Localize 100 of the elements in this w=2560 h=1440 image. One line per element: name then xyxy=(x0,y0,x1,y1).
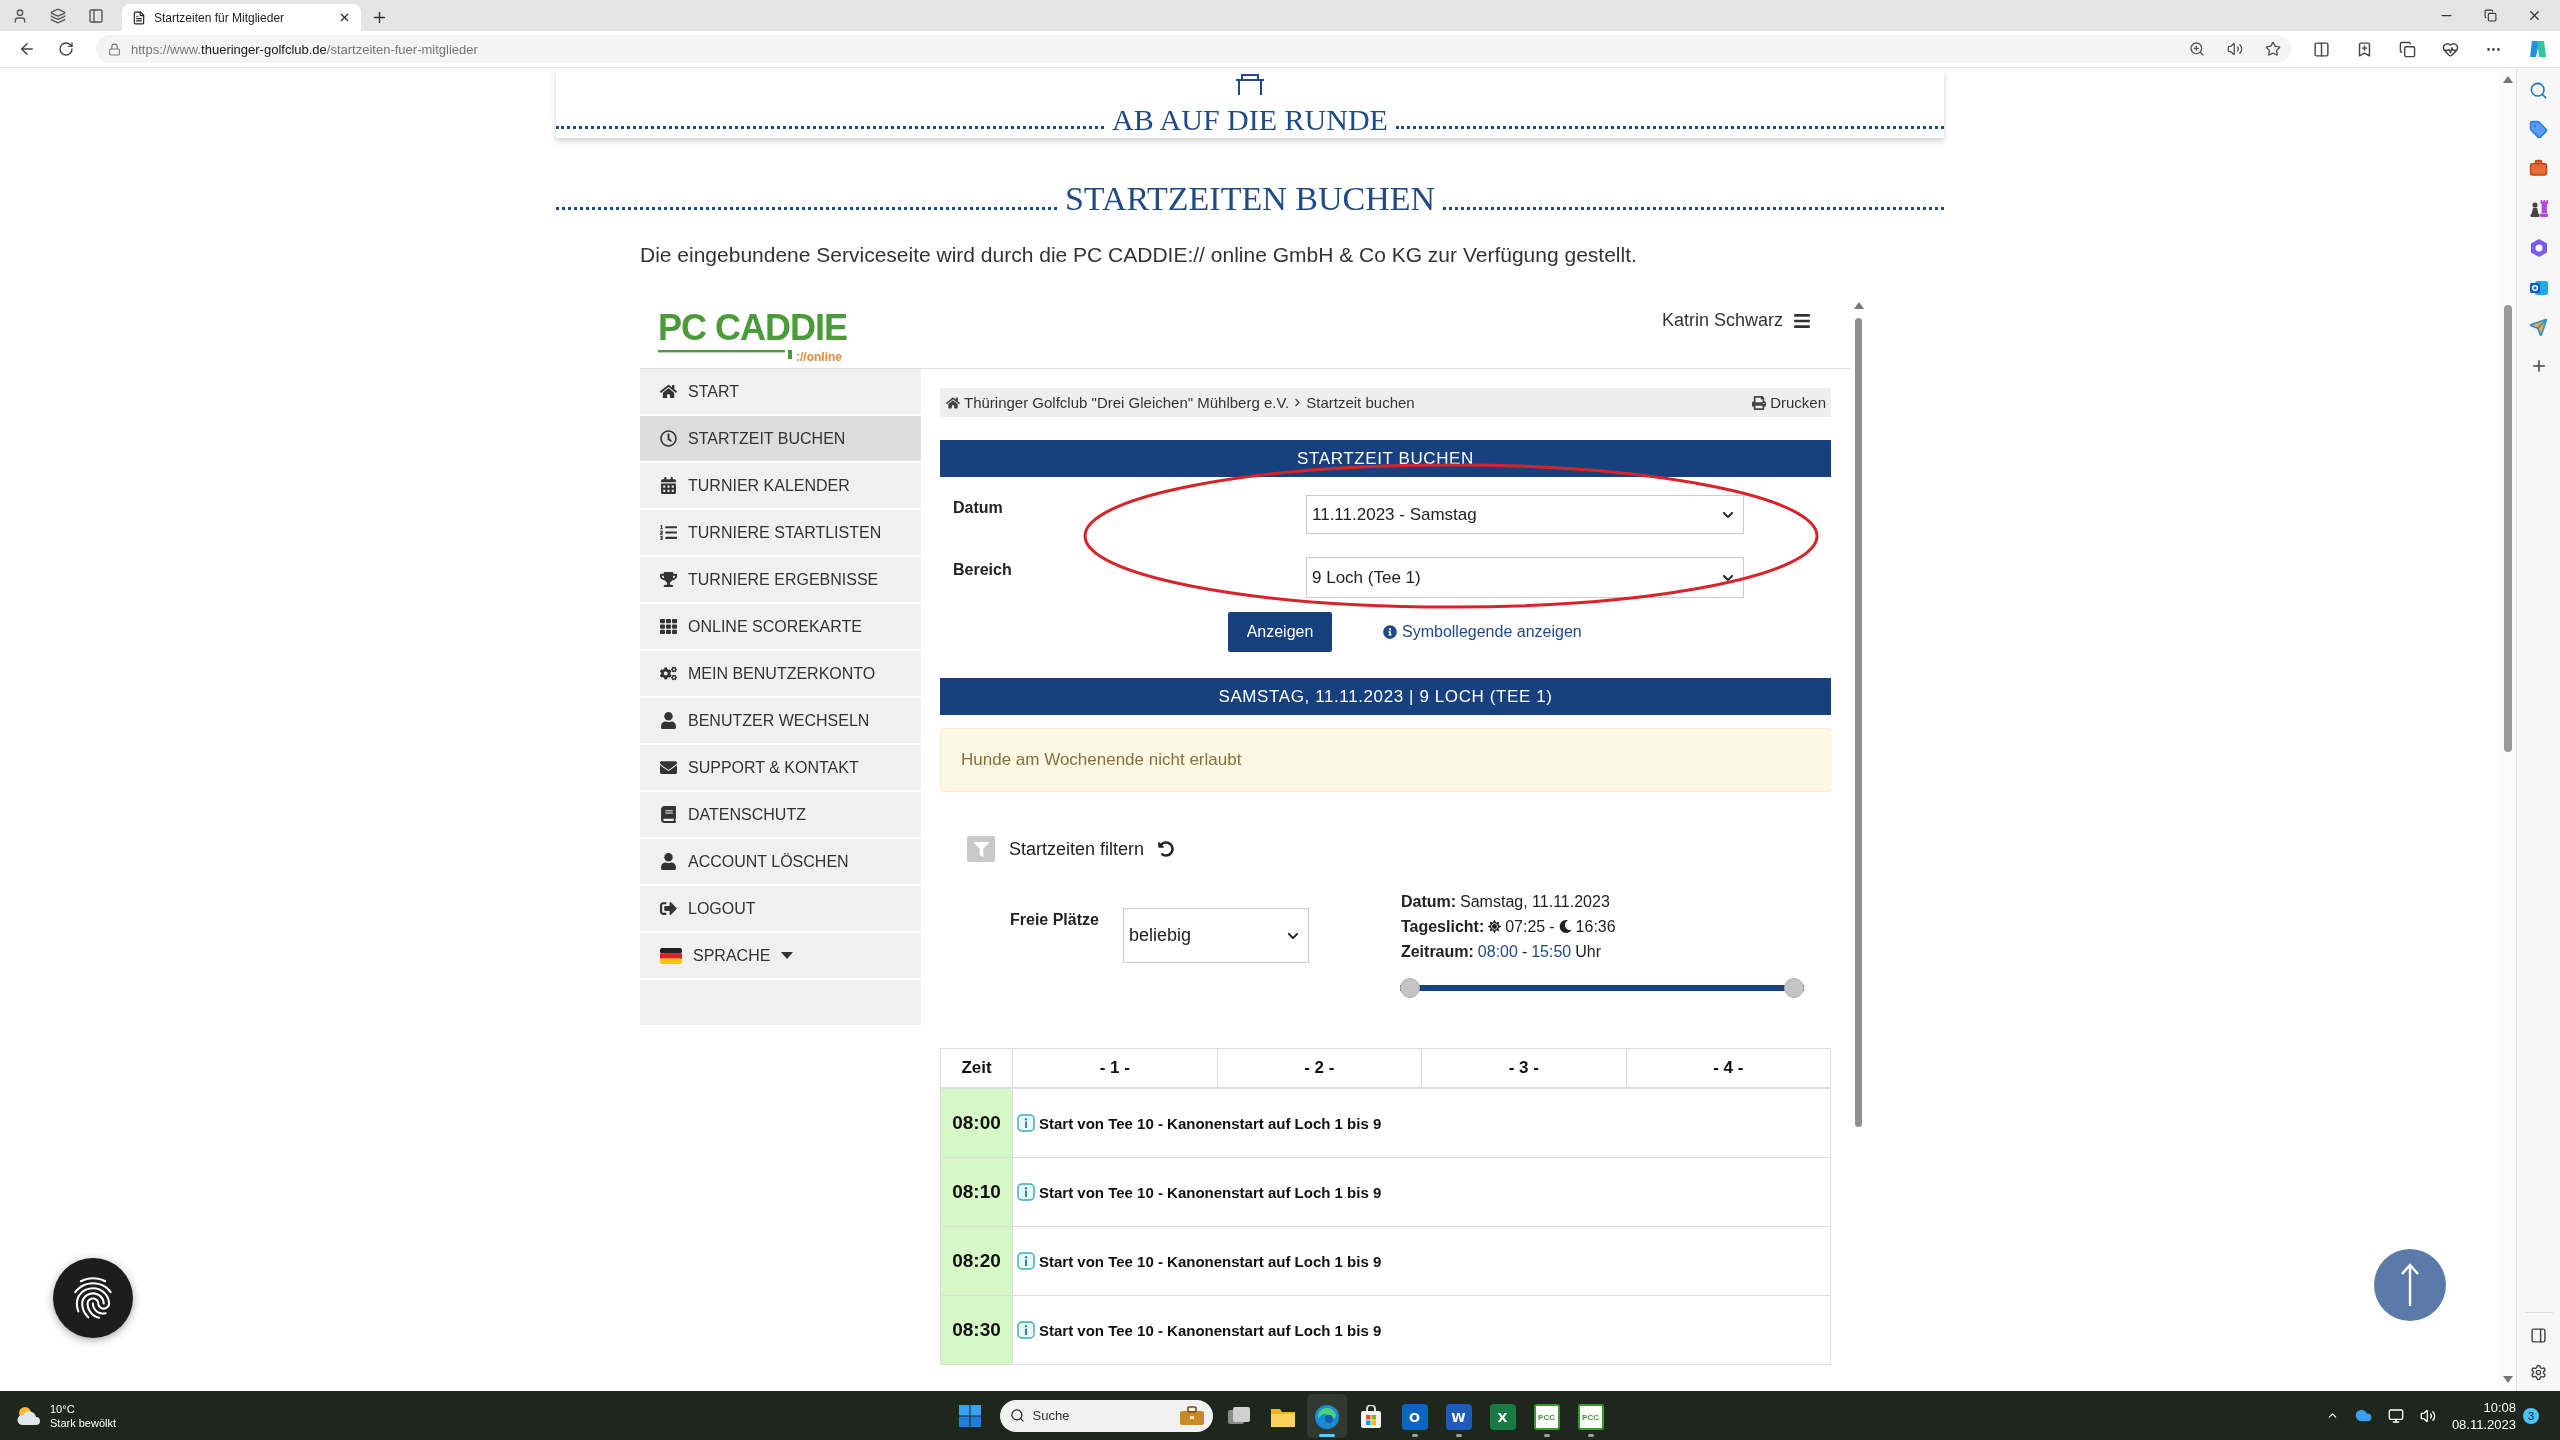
notification-badge[interactable]: 3 xyxy=(2523,1407,2539,1424)
bookmark-icon[interactable] xyxy=(2356,40,2373,58)
sidebar-item-label: SUPPORT & KONTAKT xyxy=(688,758,859,777)
taskbar-app-button[interactable]: O xyxy=(1394,1393,1435,1438)
chess-pieces-icon[interactable] xyxy=(2528,198,2549,218)
columns-icon[interactable] xyxy=(2313,40,2330,58)
sun-icon xyxy=(1488,920,1502,934)
flag-icon xyxy=(660,947,682,964)
sidebar-item-label: BENUTZER WECHSELN xyxy=(688,711,870,730)
reset-icon[interactable] xyxy=(1158,841,1175,858)
shopping-bag-icon xyxy=(1358,1405,1383,1429)
table-cell[interactable]: Start von Tee 10 - Kanonenstart auf Loch 1 bis 9 xyxy=(1012,1295,1831,1365)
running-indicator-icon xyxy=(1411,1434,1418,1437)
select-field[interactable]: 9 Loch (Tee 1) xyxy=(1306,557,1744,599)
info-label: Datum: xyxy=(1400,892,1457,911)
search-icon xyxy=(1009,1408,1025,1423)
show-button[interactable]: Anzeigen xyxy=(1228,612,1332,653)
user-icon xyxy=(660,853,677,871)
tag-icon[interactable] xyxy=(2529,120,2548,139)
breadcrumb-link[interactable]: Startzeit buchen xyxy=(1306,394,1415,412)
home-icon xyxy=(946,395,960,410)
panel-icon[interactable] xyxy=(88,7,104,24)
star-icon[interactable] xyxy=(2265,41,2281,57)
scroll-up-icon[interactable] xyxy=(1853,302,1864,310)
table-cell[interactable]: Start von Tee 10 - Kanonenstart auf Loch 1 bis 9 xyxy=(1012,1088,1831,1158)
panel-icon[interactable] xyxy=(2530,1327,2547,1344)
sidebar-item-label: TURNIERE STARTLISTEN xyxy=(688,523,882,542)
info-icon xyxy=(1383,625,1397,640)
tee-time-note: Start von Tee 10 - Kanonenstart auf Loch 1 bis 9 xyxy=(1039,1252,1382,1270)
taskbar-app-button[interactable] xyxy=(1306,1393,1347,1438)
browser-tab[interactable]: Startzeiten für Mitglieder xyxy=(122,4,361,31)
print-link[interactable]: Drucken xyxy=(1752,394,1826,412)
slider-handle[interactable] xyxy=(1399,978,1420,999)
breadcrumb-link[interactable]: Thüringer Golfclub "Drei Gleichen" Mühlberg e.V. xyxy=(964,394,1290,412)
user-name[interactable]: Katrin Schwarz xyxy=(1661,310,1783,332)
taskbar-app-button[interactable]: X xyxy=(1482,1393,1523,1438)
logo-icon[interactable] xyxy=(2528,39,2548,59)
tee-time-note: Start von Tee 10 - Kanonenstart auf Loch 1 bis 9 xyxy=(1039,1183,1382,1201)
briefcase-icon[interactable] xyxy=(2529,159,2548,178)
sidebar-item-label: SPRACHE xyxy=(693,946,771,965)
book-icon xyxy=(660,806,677,824)
cloud-icon[interactable] xyxy=(2354,1407,2372,1424)
taskbar-app-button[interactable]: PCC xyxy=(1570,1393,1611,1438)
menu-icon[interactable] xyxy=(1793,312,1811,331)
fingerprint-button[interactable] xyxy=(53,1258,133,1338)
taskbar-search-field[interactable]: Suche xyxy=(999,1399,1213,1432)
page-heading: STARTZEITEN BUCHEN xyxy=(1063,180,1437,218)
grid-icon xyxy=(660,618,677,636)
new-tab-icon[interactable] xyxy=(371,9,388,26)
taskbar-app-button[interactable]: W xyxy=(1438,1393,1479,1438)
back-icon[interactable] xyxy=(18,40,36,58)
tee-time-note: Start von Tee 10 - Kanonenstart auf Loch 1 bis 9 xyxy=(1039,1321,1382,1339)
trophy-icon xyxy=(660,571,677,589)
settings-icon[interactable] xyxy=(2530,1364,2547,1381)
running-indicator-icon xyxy=(1455,1434,1462,1437)
speaker-icon[interactable] xyxy=(2419,1407,2436,1424)
clock-icon xyxy=(660,430,677,448)
restore-icon[interactable] xyxy=(2484,9,2497,22)
lock-icon xyxy=(108,42,121,56)
sidebar-item-label: ACCOUNT LÖSCHEN xyxy=(688,852,849,871)
monitor-icon[interactable] xyxy=(2387,1407,2404,1424)
info-value: Samstag, 11.11.2023 xyxy=(1460,892,1610,911)
table-cell[interactable]: Start von Tee 10 - Kanonenstart auf Loch 1 bis 9 xyxy=(1012,1157,1831,1227)
slider-handle[interactable] xyxy=(1783,978,1804,999)
legend-link[interactable]: Symbollegende anzeigen xyxy=(1383,623,1582,642)
copy-icon[interactable] xyxy=(2399,40,2416,58)
zoom-icon[interactable] xyxy=(2189,41,2205,57)
scrollbar-thumb[interactable] xyxy=(1855,318,1862,1128)
info-value: Uhr xyxy=(1575,942,1602,961)
column-header: - 2 - xyxy=(1217,1048,1422,1089)
speaker-icon[interactable] xyxy=(2227,41,2243,57)
app-tile-icon[interactable] xyxy=(2528,278,2549,298)
hexagon-logo-icon[interactable] xyxy=(2528,238,2549,258)
taskbar-app-button[interactable]: PCC xyxy=(1526,1393,1567,1438)
info-icon xyxy=(1017,1183,1035,1202)
weather-temperature: 10°C xyxy=(50,1401,76,1416)
sidebar-item-label: TURNIER KALENDER xyxy=(688,476,850,495)
running-indicator-icon xyxy=(1318,1434,1335,1437)
clock[interactable]: 10:08 08.11.2023 xyxy=(2451,1398,2516,1433)
layers-icon[interactable] xyxy=(50,7,66,24)
profile-icon[interactable] xyxy=(12,7,28,24)
sign-out-icon xyxy=(660,900,677,918)
heart-pulse-icon[interactable] xyxy=(2442,40,2459,58)
scrollbar[interactable] xyxy=(2500,68,2516,1391)
weather-text: Stark bewölkt xyxy=(50,1415,117,1430)
select-field[interactable]: 11.11.2023 - Samstag xyxy=(1306,495,1744,535)
filter-title[interactable]: Startzeiten filtern xyxy=(1009,838,1145,860)
sidebar-item[interactable]: STARTZEIT BUCHEN xyxy=(640,416,921,464)
time-range-slider[interactable] xyxy=(1399,978,1804,999)
send-icon[interactable] xyxy=(2529,318,2548,337)
search-icon[interactable] xyxy=(2529,81,2548,100)
close-icon[interactable] xyxy=(338,11,351,24)
field-label: Freie Plätze xyxy=(1010,911,1099,930)
reload-icon[interactable] xyxy=(58,41,74,57)
close-icon[interactable] xyxy=(2527,8,2542,23)
select-field[interactable]: beliebig xyxy=(1122,908,1309,964)
address-field[interactable]: https://www.thueringer-golfclub.de/startzeiten-fuer-mitglieder xyxy=(96,35,2291,63)
sidebar-item-label: TURNIERE ERGEBNISSE xyxy=(688,570,879,589)
table-cell[interactable]: Start von Tee 10 - Kanonenstart auf Loch 1 bis 9 xyxy=(1012,1226,1831,1296)
swirl-icon xyxy=(1313,1404,1340,1430)
